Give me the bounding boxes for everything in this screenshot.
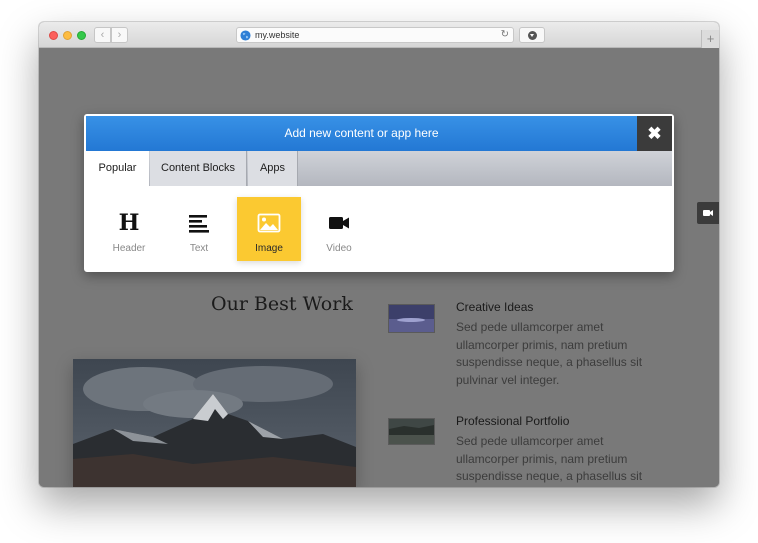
downloads-button[interactable]	[519, 27, 545, 43]
video-icon	[329, 217, 349, 229]
browser-window: ‹ › my.website ↻ + Our Best Work Creativ…	[39, 22, 719, 487]
tab-popular[interactable]: Popular	[86, 151, 149, 186]
panel-tabs: Popular Content Blocks Apps	[86, 151, 672, 186]
text-icon	[189, 215, 209, 233]
download-icon	[528, 31, 537, 40]
close-window-button[interactable]	[49, 31, 58, 40]
forward-button[interactable]: ›	[111, 27, 128, 43]
feature-description: Sed pede ullamcorper amet ullamcorper pr…	[456, 434, 643, 487]
item-label: Video	[326, 243, 352, 254]
address-bar[interactable]: my.website ↻	[236, 27, 514, 43]
item-image[interactable]: Image	[237, 197, 301, 261]
tab-apps[interactable]: Apps	[248, 151, 298, 186]
item-label: Header	[112, 243, 146, 254]
new-tab-button[interactable]: +	[701, 30, 719, 48]
featured-image	[73, 359, 356, 487]
back-button[interactable]: ‹	[94, 27, 111, 43]
item-label: Text	[189, 243, 209, 254]
item-header[interactable]: H Header	[97, 197, 161, 261]
globe-icon	[240, 30, 251, 41]
item-video[interactable]: Video	[307, 197, 371, 261]
tab-content-blocks[interactable]: Content Blocks	[150, 151, 247, 186]
close-panel-button[interactable]: ✖	[637, 116, 672, 151]
feature-thumbnail	[388, 304, 435, 333]
feature-title: Professional Portfolio	[456, 414, 570, 428]
feature-description: Sed pede ullamcorper amet ullamcorper pr…	[456, 320, 643, 387]
feature-thumbnail	[388, 418, 435, 445]
reload-icon[interactable]: ↻	[501, 28, 509, 42]
feature-title: Creative Ideas	[456, 300, 534, 314]
mountain-photo	[73, 359, 356, 487]
add-content-panel: Add new content or app here ✖ Popular Co…	[84, 114, 674, 272]
zoom-window-button[interactable]	[77, 31, 86, 40]
item-text[interactable]: Text	[167, 197, 231, 261]
title-bar: ‹ › my.website ↻ +	[39, 22, 719, 48]
video-side-button[interactable]	[697, 202, 719, 224]
section-title: Our Best Work	[211, 293, 353, 315]
minimize-window-button[interactable]	[63, 31, 72, 40]
item-label: Image	[255, 243, 283, 254]
header-icon: H	[118, 210, 140, 236]
video-camera-icon	[703, 210, 713, 216]
panel-header: Add new content or app here	[86, 116, 637, 151]
image-icon	[257, 213, 281, 233]
page-content: Our Best Work Creative Ideas Sed pede ul…	[39, 49, 719, 487]
url-text: my.website	[255, 30, 300, 40]
